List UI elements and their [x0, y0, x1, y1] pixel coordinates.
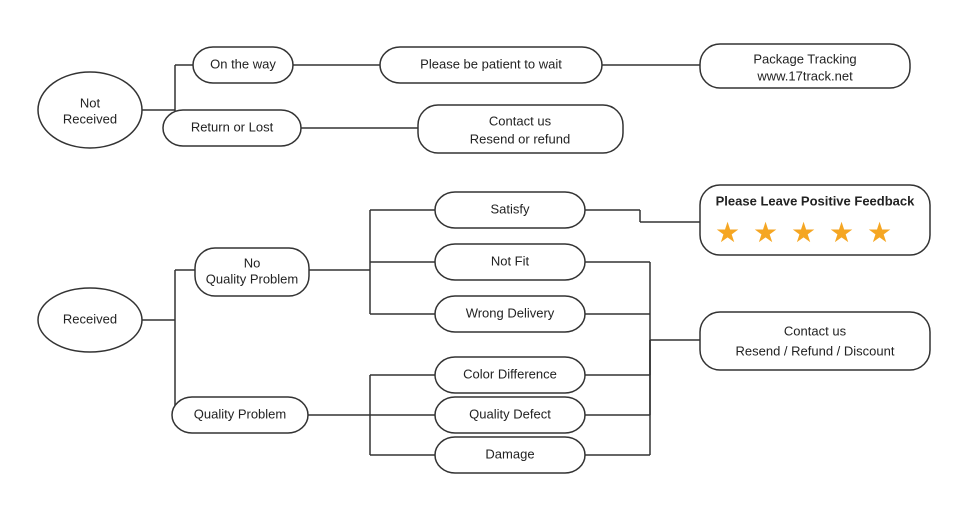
damage-label: Damage: [485, 446, 534, 461]
received-label: Received: [63, 311, 117, 326]
star4: ★: [829, 217, 854, 248]
color-difference-label: Color Difference: [463, 366, 557, 381]
contact-resend-refund-discount-label2: Resend / Refund / Discount: [736, 343, 895, 358]
package-tracking-label1: Package Tracking: [753, 51, 856, 66]
on-the-way-label: On the way: [210, 56, 276, 71]
quality-defect-label: Quality Defect: [469, 406, 551, 421]
contact-resend-refund-discount-label1: Contact us: [784, 323, 847, 338]
no-quality-problem-label1: No: [244, 255, 261, 270]
flowchart-diagram: Not Received On the way Return or Lost P…: [0, 0, 960, 513]
star1: ★: [715, 217, 740, 248]
star5: ★: [867, 217, 892, 248]
wrong-delivery-label: Wrong Delivery: [466, 305, 555, 320]
star2: ★: [753, 217, 778, 248]
quality-problem-label: Quality Problem: [194, 406, 286, 421]
satisfy-label: Satisfy: [490, 201, 530, 216]
positive-feedback-label: Please Leave Positive Feedback: [716, 193, 915, 208]
not-received-label: Not: [80, 95, 101, 110]
contact-resend-refund-discount-node: [700, 312, 930, 370]
star3: ★: [791, 217, 816, 248]
contact-resend-refund-label1: Contact us: [489, 113, 552, 128]
not-received-label2: Received: [63, 111, 117, 126]
package-tracking-label2: www.17track.net: [756, 68, 853, 83]
patient-wait-label: Please be patient to wait: [420, 56, 562, 71]
contact-resend-refund-label2: Resend or refund: [470, 131, 570, 146]
return-lost-label: Return or Lost: [191, 119, 274, 134]
no-quality-problem-label2: Quality Problem: [206, 271, 298, 286]
not-fit-label: Not Fit: [491, 253, 530, 268]
